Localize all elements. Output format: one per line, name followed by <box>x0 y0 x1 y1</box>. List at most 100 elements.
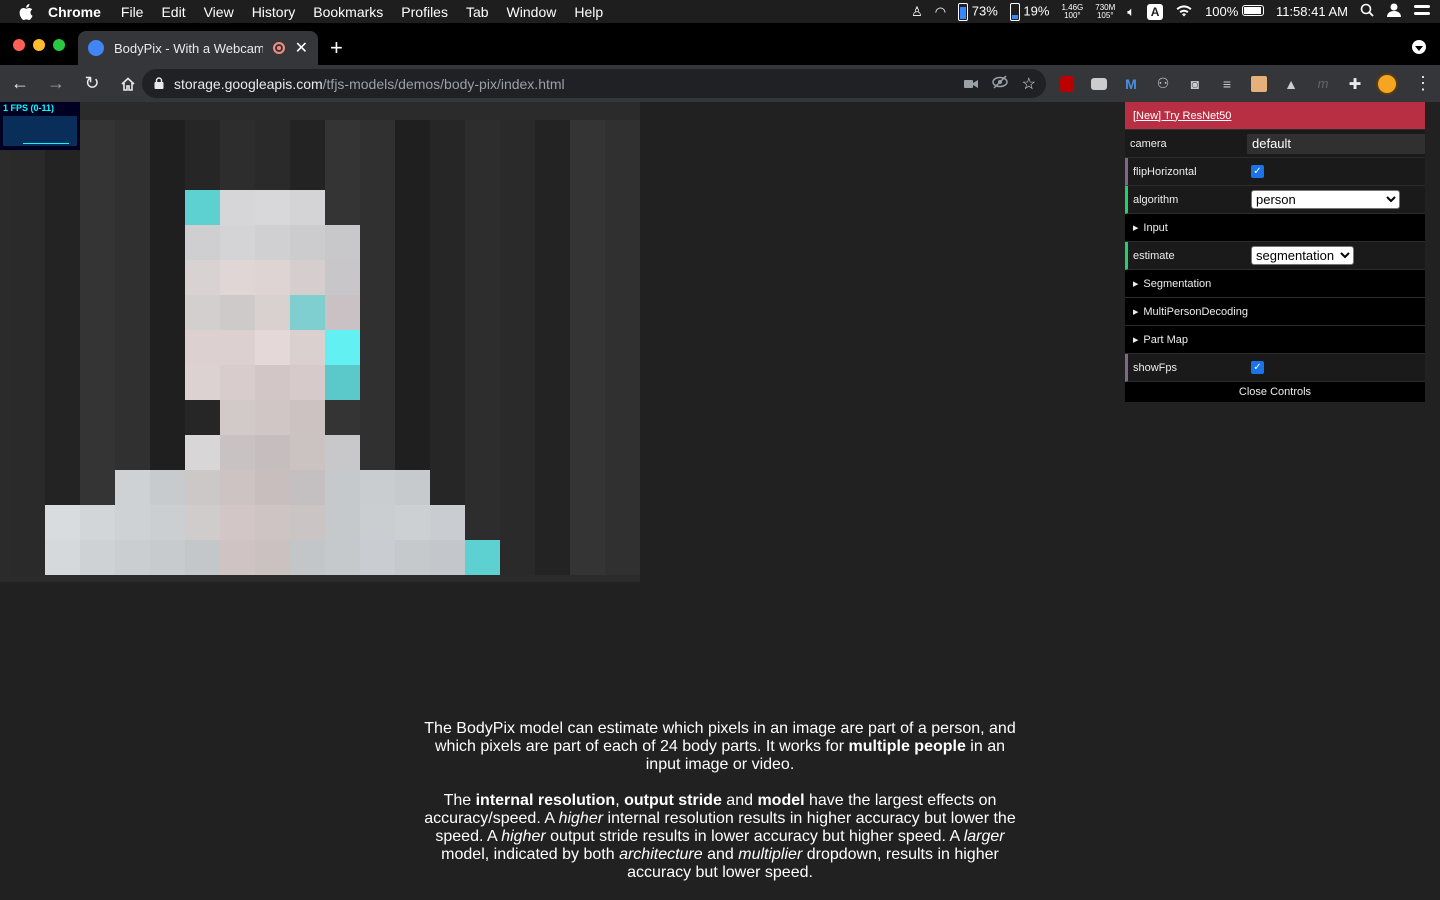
menu-window[interactable]: Window <box>507 4 557 20</box>
menu-file[interactable]: File <box>121 4 144 20</box>
menu-app-chrome[interactable]: Chrome <box>48 4 101 20</box>
tab-search-icon[interactable] <box>1412 40 1426 54</box>
volume-icon[interactable]: 🔈︎ <box>1127 4 1135 20</box>
mosaic-pixel <box>220 400 255 435</box>
camera-label: camera <box>1130 137 1167 150</box>
eye-icon[interactable]: ◠ <box>935 4 946 20</box>
tracking-blocked-eye-icon[interactable] <box>991 75 1008 92</box>
address-bar[interactable]: storage.googleapis.com/tfjs-models/demos… <box>142 69 1046 98</box>
apple-icon[interactable] <box>18 3 34 20</box>
extension-lines-icon[interactable]: ≡ <box>1216 73 1238 95</box>
temperature-stat[interactable]: 730M 105° <box>1095 3 1115 20</box>
mosaic-pixel <box>535 225 570 260</box>
mosaic-pixel <box>185 190 220 225</box>
part-map-folder[interactable]: ▶ Part Map <box>1125 326 1425 354</box>
input-source-icon[interactable]: A <box>1147 3 1164 20</box>
extension-camera-icon[interactable]: ◙ <box>1184 73 1206 95</box>
battery-status[interactable]: 100% <box>1205 4 1264 19</box>
active-tab[interactable]: BodyPix - With a Webcam ✕ <box>78 31 318 65</box>
mosaic-pixel <box>500 190 535 225</box>
show-fps-checkbox[interactable]: ✓ <box>1251 361 1264 374</box>
camera-input[interactable] <box>1247 133 1425 154</box>
resnet-link[interactable]: [New] Try ResNet50 <box>1133 110 1231 122</box>
description-paragraph-2: The internal resolution, output stride a… <box>424 792 1016 881</box>
home-button[interactable] <box>112 68 144 100</box>
mosaic-pixel <box>395 470 430 505</box>
segmentation-folder[interactable]: ▶ Segmentation <box>1125 270 1425 298</box>
mosaic-pixel <box>80 225 115 260</box>
extensions-puzzle-icon[interactable]: ✚ <box>1344 73 1366 95</box>
mosaic-pixel <box>290 365 325 400</box>
menu-edit[interactable]: Edit <box>161 4 185 20</box>
menu-view[interactable]: View <box>204 4 234 20</box>
cpu-meter[interactable]: 73% <box>958 2 998 21</box>
mosaic-pixel <box>535 190 570 225</box>
browser-toolbar: ← → ↻ storage.googleapis.com/tfjs-models… <box>0 65 1440 102</box>
extension-m-faint-icon[interactable]: m <box>1312 73 1334 95</box>
mosaic-pixel <box>185 225 220 260</box>
extension-triangle-icon[interactable]: ▲ <box>1280 73 1302 95</box>
user-icon[interactable] <box>1386 2 1402 21</box>
back-button[interactable]: ← <box>4 68 36 100</box>
wifi-icon[interactable] <box>1175 4 1193 20</box>
recording-indicator-icon <box>272 42 285 54</box>
camera-in-use-icon[interactable] <box>963 76 978 92</box>
menu-help[interactable]: Help <box>574 4 603 20</box>
mosaic-pixel <box>535 295 570 330</box>
extension-m-icon[interactable]: M <box>1120 73 1142 95</box>
mosaic-pixel <box>360 155 395 190</box>
fps-meter[interactable]: 1 FPS (0-11) <box>0 102 80 150</box>
mosaic-pixel <box>430 470 465 505</box>
new-tab-button[interactable]: + <box>330 35 343 61</box>
algorithm-select[interactable]: person <box>1251 190 1400 209</box>
forward-button[interactable]: → <box>40 68 72 100</box>
tab-close-icon[interactable]: ✕ <box>295 38 308 58</box>
menu-history[interactable]: History <box>252 4 296 20</box>
folder-collapsed-icon: ▶ <box>1133 280 1139 288</box>
mosaic-pixel <box>500 540 535 575</box>
mosaic-pixel <box>395 330 430 365</box>
flip-horizontal-row: flipHorizontal ✓ <box>1125 158 1425 186</box>
description: The BodyPix model can estimate which pix… <box>420 720 1020 900</box>
mosaic-pixel <box>500 120 535 155</box>
mosaic-pixel <box>500 260 535 295</box>
bookmark-star-icon[interactable]: ☆ <box>1022 74 1036 94</box>
mosaic-pixel <box>465 225 500 260</box>
network-stat[interactable]: 1.46G 100° <box>1061 3 1083 20</box>
mosaic-pixel <box>465 155 500 190</box>
mosaic-pixel <box>605 505 640 540</box>
reload-button[interactable]: ↻ <box>76 68 108 100</box>
extension-cookie-icon[interactable] <box>1088 73 1110 95</box>
spotlight-search-icon[interactable] <box>1360 3 1374 20</box>
accessibility-icon[interactable]: ♙ <box>911 4 923 20</box>
minimize-window-button[interactable] <box>33 39 45 51</box>
menu-bookmarks[interactable]: Bookmarks <box>313 4 383 20</box>
close-window-button[interactable] <box>13 39 25 51</box>
extension-face-icon[interactable] <box>1248 73 1270 95</box>
multiperson-decoding-folder[interactable]: ▶ MultiPersonDecoding <box>1125 298 1425 326</box>
estimate-select[interactable]: segmentation <box>1251 246 1354 265</box>
maximize-window-button[interactable] <box>53 39 65 51</box>
ublock-extension-icon[interactable] <box>1056 73 1078 95</box>
flip-horizontal-checkbox[interactable]: ✓ <box>1251 165 1264 178</box>
clock[interactable]: 11:58:41 AM <box>1276 4 1348 19</box>
profile-avatar[interactable] <box>1376 72 1398 95</box>
mosaic-pixel <box>45 190 80 225</box>
mosaic-pixel <box>570 435 605 470</box>
mosaic-pixel <box>80 155 115 190</box>
menu-tab[interactable]: Tab <box>466 4 489 20</box>
menu-profiles[interactable]: Profiles <box>401 4 448 20</box>
extension-mask-icon[interactable]: ⚇ <box>1152 73 1174 95</box>
mosaic-pixel <box>325 330 360 365</box>
mosaic-pixel <box>80 400 115 435</box>
mosaic-pixel <box>325 540 360 575</box>
algorithm-label: algorithm <box>1133 193 1179 206</box>
close-controls-button[interactable]: Close Controls <box>1125 382 1425 402</box>
chrome-menu-icon[interactable]: ⋮ <box>1414 73 1432 94</box>
lock-icon[interactable] <box>154 76 164 92</box>
memory-meter[interactable]: 19% <box>1009 2 1049 21</box>
input-folder[interactable]: ▶ Input <box>1125 214 1425 242</box>
mosaic-pixel <box>430 330 465 365</box>
mosaic-pixel <box>395 120 430 155</box>
control-center-icon[interactable] <box>1414 4 1430 19</box>
